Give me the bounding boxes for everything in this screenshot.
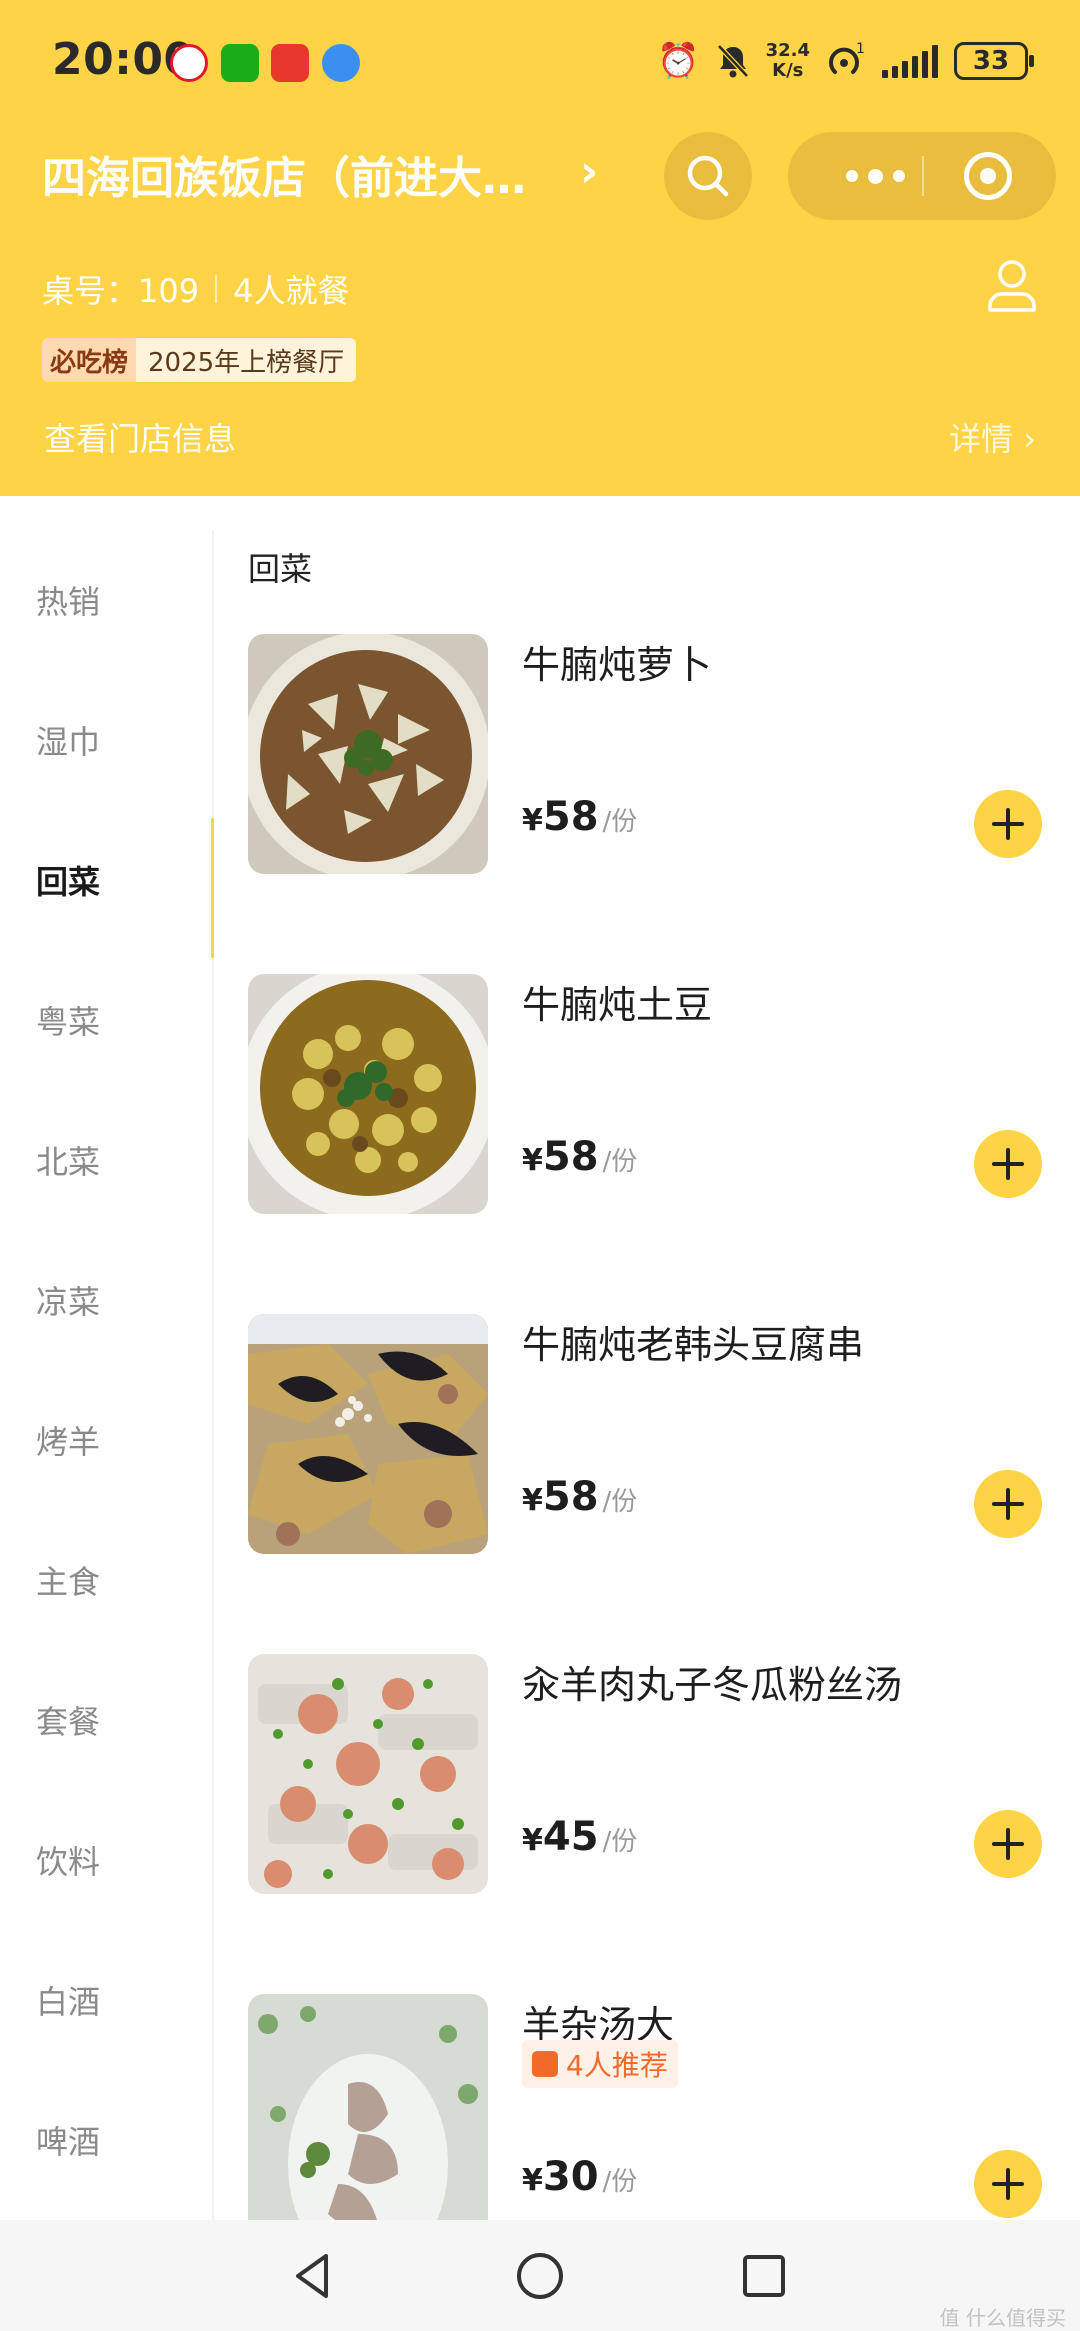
- dish-price: ¥58/份: [522, 794, 638, 840]
- cell-signal-icon: [882, 44, 938, 78]
- recents-button[interactable]: [732, 2244, 796, 2308]
- table-info: 桌号：109 4人就餐: [42, 266, 349, 312]
- plus-icon: [992, 2168, 1024, 2200]
- dish-name: 汆羊肉丸子冬瓜粉丝汤: [522, 1663, 903, 1707]
- diner-count: 4人就餐: [233, 272, 350, 310]
- recommend-text: 4人推荐: [566, 2049, 668, 2082]
- alarm-icon: ⏰: [657, 41, 700, 81]
- recommend-icon: [532, 2051, 558, 2077]
- category-item[interactable]: 烤羊: [0, 1370, 212, 1510]
- dish-name: 牛腩炖土豆: [522, 983, 713, 1027]
- add-to-cart-button[interactable]: [974, 2150, 1042, 2218]
- home-button[interactable]: [508, 2244, 572, 2308]
- capsule-divider: [922, 156, 924, 196]
- search-icon: [687, 155, 729, 197]
- close-mini-program-button[interactable]: [964, 152, 1012, 200]
- category-item[interactable]: 凉菜: [0, 1230, 212, 1370]
- dish-photo[interactable]: [248, 974, 488, 1214]
- more-dots-icon: [845, 170, 858, 182]
- dish-photo[interactable]: [248, 1314, 488, 1554]
- mute-bell-icon: [716, 44, 749, 78]
- dish-photo[interactable]: [248, 1654, 488, 1894]
- add-to-cart-button[interactable]: [974, 1470, 1042, 1538]
- search-button[interactable]: [664, 132, 752, 220]
- section-title: 回菜: [248, 550, 313, 588]
- category-item-active[interactable]: 回菜: [0, 810, 214, 958]
- category-item[interactable]: 北菜: [0, 1090, 212, 1230]
- chevron-right-icon[interactable]: ›: [580, 146, 598, 197]
- watermark: 值 什么值得买: [939, 2306, 1066, 2330]
- dish-item[interactable]: 牛腩炖萝卜 ¥58/份: [248, 634, 1058, 874]
- svg-text:1: 1: [856, 41, 865, 57]
- dish-name: 牛腩炖萝卜: [522, 643, 713, 687]
- hotspot-icon: 1: [829, 41, 865, 74]
- rank-text: 2025年上榜餐厅: [136, 338, 357, 382]
- wechat-notification-icon: [221, 44, 259, 82]
- status-bar: 20:00 ⏰ 32.4 K/s 1 33: [0, 0, 1080, 120]
- shop-title[interactable]: 四海回族饭店（前进大…: [42, 142, 526, 206]
- more-menu-button[interactable]: [830, 132, 920, 220]
- dish-name: 牛腩炖老韩头豆腐串: [522, 1323, 865, 1367]
- plus-icon: [992, 808, 1024, 840]
- store-info-link[interactable]: 查看门店信息: [44, 414, 236, 460]
- dish-item[interactable]: 汆羊肉丸子冬瓜粉丝汤 ¥45/份: [248, 1654, 1058, 1894]
- category-item[interactable]: 饮料: [0, 1790, 212, 1930]
- dish-item[interactable]: 牛腩炖土豆 ¥58/份: [248, 974, 1058, 1214]
- dish-photo[interactable]: [248, 634, 488, 874]
- category-item[interactable]: 白酒: [0, 1930, 212, 2070]
- table-info-divider: [215, 275, 218, 303]
- dish-price: ¥58/份: [522, 1474, 638, 1520]
- dish-item[interactable]: 牛腩炖老韩头豆腐串 ¥58/份: [248, 1314, 1058, 1554]
- status-indicators: ⏰ 32.4 K/s 1 33: [657, 36, 1034, 86]
- dish-photo[interactable]: [248, 1994, 488, 2220]
- must-eat-rank-badge[interactable]: 必吃榜 2025年上榜餐厅: [42, 338, 357, 382]
- details-link[interactable]: 详情 ›: [949, 414, 1036, 460]
- table-number: 桌号：109: [42, 272, 200, 310]
- browser-notification-icon: [322, 44, 360, 82]
- battery-icon: 33: [954, 42, 1034, 80]
- add-to-cart-button[interactable]: [974, 1130, 1042, 1198]
- home-circle-icon: [517, 2253, 563, 2299]
- weibo-notification-icon: [170, 44, 208, 82]
- category-item[interactable]: 啤酒: [0, 2070, 212, 2210]
- category-item[interactable]: 主食: [0, 1510, 212, 1650]
- plus-icon: [992, 1148, 1024, 1180]
- category-item[interactable]: 粤菜: [0, 950, 212, 1090]
- add-to-cart-button[interactable]: [974, 790, 1042, 858]
- plus-icon: [992, 1828, 1024, 1860]
- recents-square-icon: [743, 2255, 785, 2297]
- shop-header: 20:00 ⏰ 32.4 K/s 1 33 四海回族饭店（前进大… › 桌号：1…: [0, 0, 1080, 496]
- dish-price: ¥58/份: [522, 1134, 638, 1180]
- news-notification-icon: [271, 44, 309, 82]
- network-speed: 32.4 K/s: [765, 40, 810, 81]
- category-item[interactable]: 热销: [0, 530, 212, 670]
- back-button[interactable]: [282, 2244, 346, 2308]
- mini-program-capsule: [788, 132, 1056, 220]
- dish-item[interactable]: 羊杂汤大 4人推荐 ¥30/份: [248, 1994, 1058, 2234]
- rank-logo: 必吃榜: [42, 338, 137, 382]
- user-profile-icon[interactable]: [984, 256, 1040, 316]
- back-triangle-icon: [296, 2254, 328, 2298]
- category-item[interactable]: 湿巾: [0, 670, 212, 810]
- add-to-cart-button[interactable]: [974, 1810, 1042, 1878]
- category-item[interactable]: 套餐: [0, 1650, 212, 1790]
- dish-price: ¥30/份: [522, 2154, 638, 2200]
- dish-price: ¥45/份: [522, 1814, 638, 1860]
- category-sidebar: 热销 湿巾 回菜 粤菜 北菜 凉菜 烤羊 主食 套餐 饮料 白酒 啤酒: [0, 530, 214, 2220]
- target-icon: [980, 168, 996, 184]
- recommend-tag: 4人推荐: [522, 2040, 678, 2088]
- system-nav-bar: 值 什么值得买: [0, 2220, 1080, 2331]
- plus-icon: [992, 1488, 1024, 1520]
